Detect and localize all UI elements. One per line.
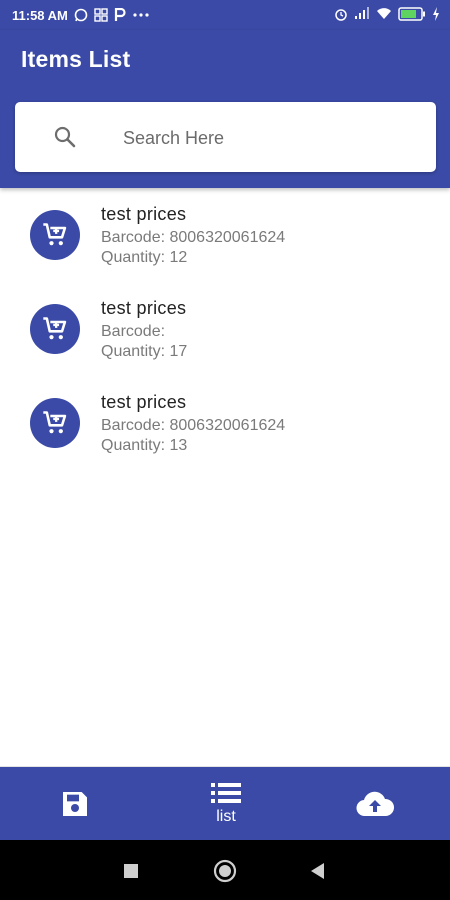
system-nav-bar <box>0 840 450 900</box>
list-icon <box>211 783 241 803</box>
list-button[interactable]: list <box>196 767 256 841</box>
status-bar: 11:58 AM <box>0 0 450 30</box>
status-time: 11:58 AM <box>12 7 68 23</box>
signal-icon <box>354 7 370 23</box>
whatsapp-icon <box>74 8 88 22</box>
square-icon <box>124 864 138 878</box>
list-item[interactable]: test prices Barcode: 8006320061624 Quant… <box>0 378 450 472</box>
items-list: test prices Barcode: 8006320061624 Quant… <box>0 190 450 472</box>
item-quantity: Quantity: 12 <box>101 249 188 266</box>
item-quantity: Quantity: 17 <box>101 343 188 360</box>
list-item[interactable]: test prices Barcode: 8006320061624 Quant… <box>0 190 450 284</box>
app-bar: Items List <box>0 30 450 188</box>
list-label: list <box>216 808 236 825</box>
cart-icon <box>43 223 67 246</box>
item-barcode: Barcode: 8006320061624 <box>101 417 286 434</box>
save-button[interactable] <box>45 767 105 841</box>
back-triangle-icon <box>311 863 324 879</box>
search-input[interactable] <box>121 122 425 154</box>
back-button[interactable] <box>305 858 331 884</box>
more-dots-icon <box>132 12 150 18</box>
item-barcode: Barcode: 8006320061624 <box>101 229 286 246</box>
paytm-icon <box>114 8 126 22</box>
cart-icon <box>43 317 67 340</box>
wifi-icon <box>376 7 392 23</box>
item-barcode: Barcode: <box>101 323 166 340</box>
cart-icon <box>43 411 67 434</box>
alarm-icon <box>334 7 348 24</box>
cart-avatar <box>30 210 80 260</box>
recents-button[interactable] <box>118 858 144 884</box>
list-item[interactable]: test prices Barcode: Quantity: 17 <box>0 284 450 378</box>
item-name: test prices <box>101 298 187 318</box>
battery-icon <box>398 6 426 24</box>
cart-avatar <box>30 304 80 354</box>
item-name: test prices <box>101 392 187 412</box>
home-button[interactable] <box>212 858 238 884</box>
circle-icon <box>213 859 237 883</box>
item-name: test prices <box>101 204 187 224</box>
upload-button[interactable] <box>345 767 405 841</box>
charging-icon <box>432 6 440 24</box>
save-icon <box>63 792 87 816</box>
cloud-upload-icon <box>356 791 394 817</box>
grid-icon <box>94 8 108 22</box>
search-icon[interactable] <box>53 125 77 154</box>
bottom-nav: list <box>0 766 450 841</box>
page-title: Items List <box>21 46 131 72</box>
cart-avatar <box>30 398 80 448</box>
item-quantity: Quantity: 13 <box>101 437 188 454</box>
search-box[interactable] <box>15 102 436 172</box>
